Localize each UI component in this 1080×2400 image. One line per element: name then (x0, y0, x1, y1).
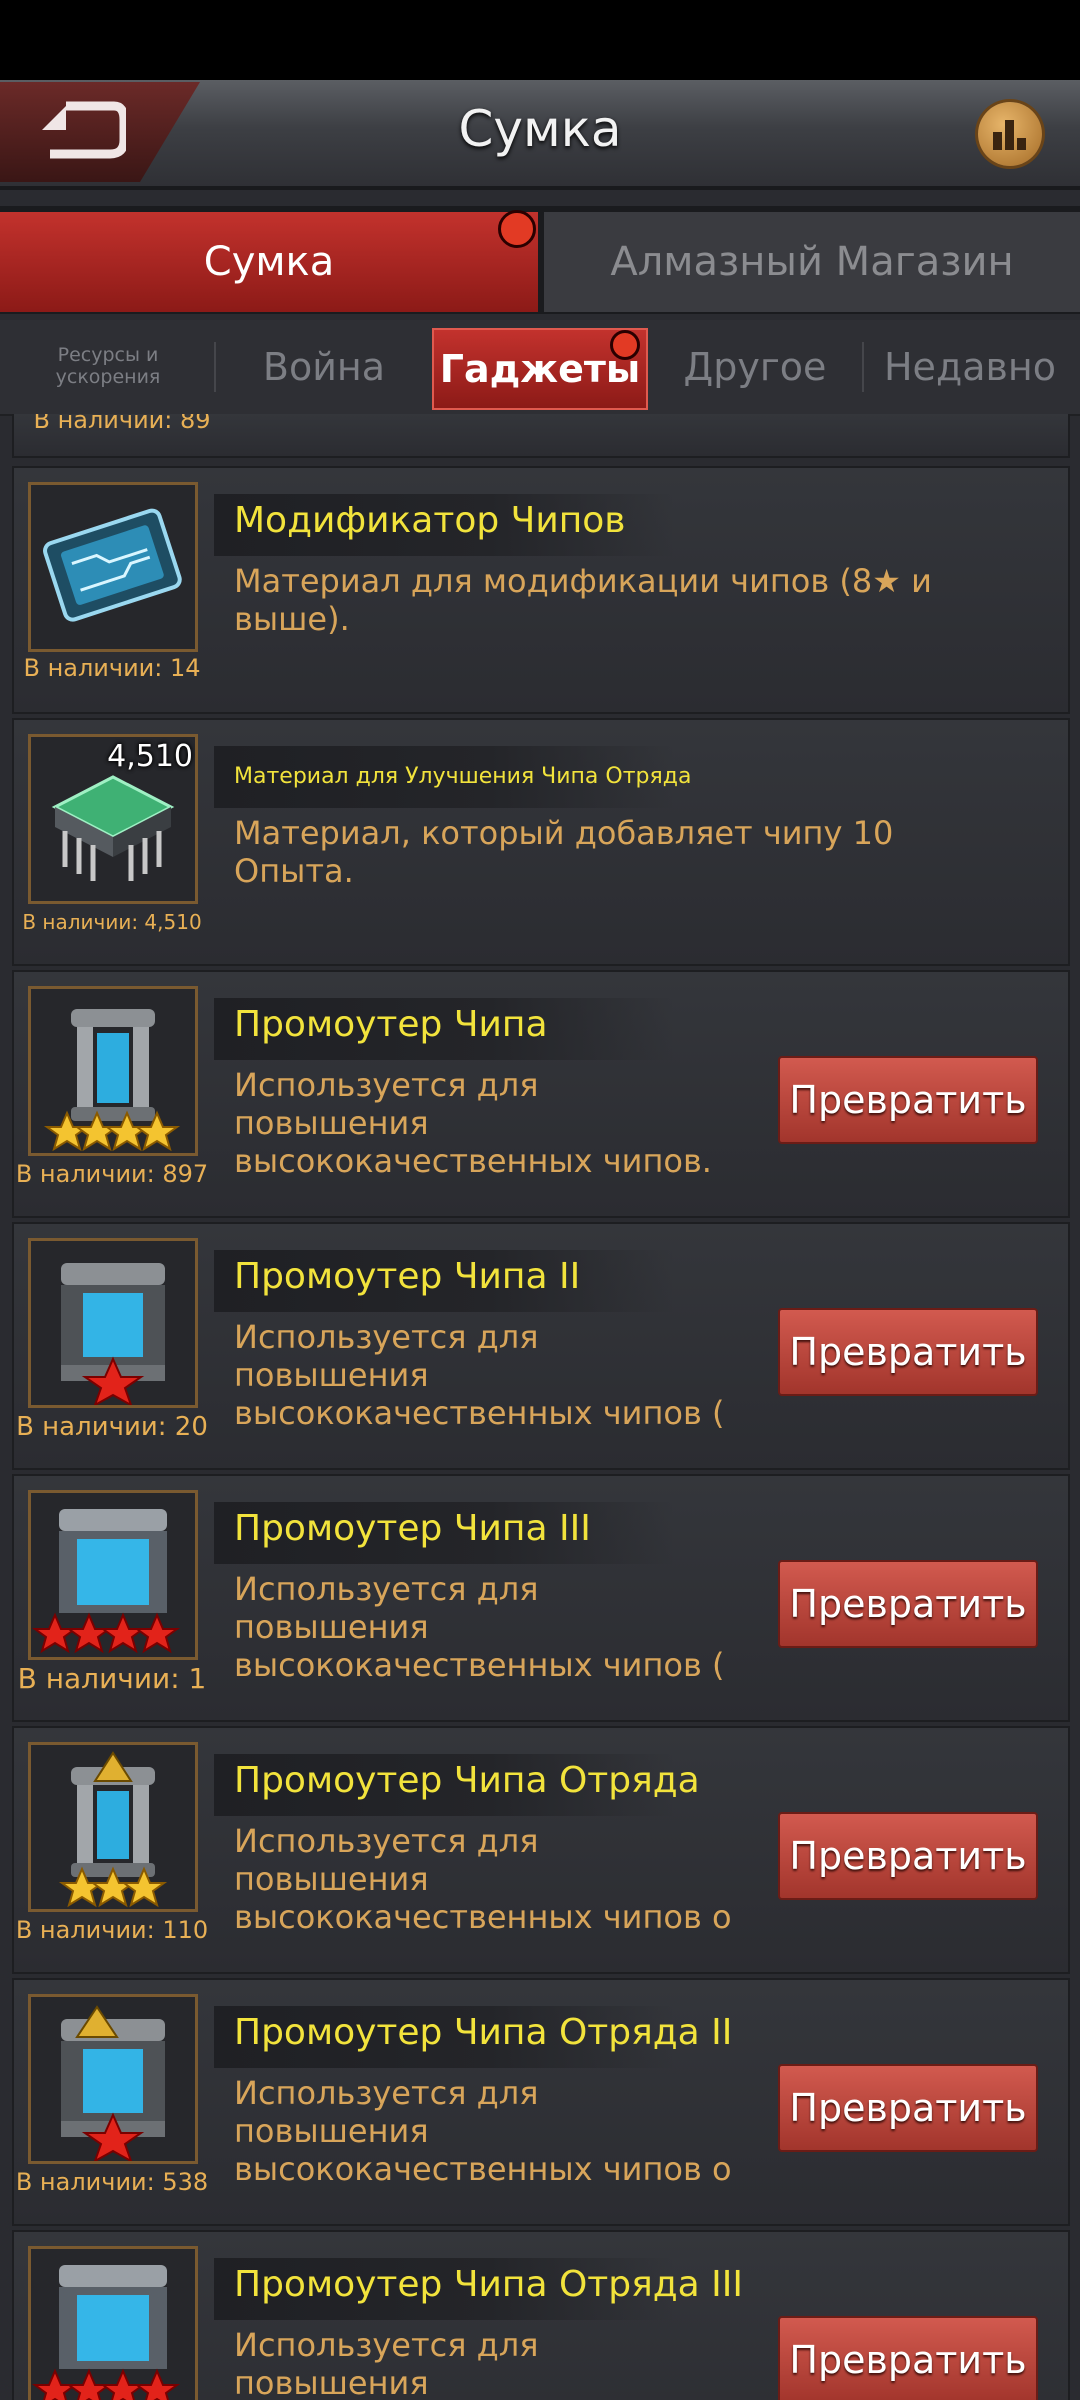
main-tabs: Сумка Алмазный Магазин (0, 206, 1080, 314)
available-count: В наличии: 110 (15, 1916, 209, 1944)
item-icon-frame (28, 2246, 198, 2400)
status-bar (0, 0, 1080, 80)
item-icon-frame (28, 482, 198, 652)
available-count: В наличии: 1 (17, 1662, 207, 1695)
item-description-line: повышения (234, 1356, 429, 1394)
item-description-line: Используется для (234, 1318, 539, 1356)
tab-diamond-shop[interactable]: Алмазный Магазин (544, 212, 1080, 312)
available-count: В наличии: 89 (33, 414, 211, 434)
list-item[interactable]: В наличии: 1 Промоутер Чипа III Использу… (12, 1474, 1070, 1722)
item-description-line: высококачественных чипов. (234, 1142, 712, 1180)
divider (862, 342, 864, 392)
item-description-line: высококачественных чипов ( (234, 1646, 725, 1684)
item-name: Промоутер Чипа (234, 1004, 548, 1045)
list-item[interactable]: В наличии: 897 Промоутер Чипа Использует… (12, 970, 1070, 1218)
item-description-line: повышения (234, 1860, 429, 1898)
list-item[interactable]: В наличии: 538 Промоутер Чипа Отряда II … (12, 1978, 1070, 2226)
tab-resources[interactable]: Ресурсы и ускорения (20, 320, 196, 414)
convert-button[interactable]: Превратить (778, 1308, 1038, 1396)
divider (214, 342, 216, 392)
convert-button[interactable]: Превратить (778, 1056, 1038, 1144)
available-count: В наличии: 538 (15, 2168, 209, 2196)
item-icon-frame (28, 1490, 198, 1660)
tab-bag[interactable]: Сумка (0, 212, 538, 312)
chip-modifier-icon (43, 508, 182, 622)
tab-resources-label: Ресурсы и ускорения (55, 344, 161, 388)
list-item[interactable]: В наличии: 14 Модификатор Чипов Материал… (12, 466, 1070, 714)
item-name: Модификатор Чипов (234, 500, 626, 541)
item-description-line: Используется для (234, 1066, 539, 1104)
item-icon-frame (28, 1742, 198, 1912)
item-icon-frame: 4,510 (28, 734, 198, 904)
chip-promoter-icon (43, 1009, 181, 1152)
chip-promoter-ii-icon (61, 1263, 165, 1405)
item-description-line: высококачественных чипов ( (234, 1394, 725, 1432)
item-description-line: Материал, который добавляет чипу 10 (234, 814, 894, 852)
item-icon-frame (28, 1238, 198, 1408)
stats-button[interactable] (978, 102, 1042, 166)
squad-chip-promoter-ii-icon (61, 2005, 165, 2161)
item-description-line: повышения (234, 1104, 429, 1142)
item-description-line: повышения (234, 2364, 429, 2400)
item-name: Промоутер Чипа III (234, 1508, 591, 1549)
item-description-line: Материал для модификации чипов (8★ и (234, 562, 932, 600)
available-count: В наличии: 897 (15, 1160, 209, 1188)
item-name: Промоутер Чипа Отряда II (234, 2012, 733, 2053)
item-description-line: высококачественных чипов о (234, 2150, 732, 2188)
notification-dot (498, 210, 536, 248)
tab-other[interactable]: Другое (660, 320, 850, 414)
item-icon-frame (28, 986, 198, 1156)
item-description-line: повышения (234, 2112, 429, 2150)
item-name: Промоутер Чипа II (234, 1256, 581, 1297)
item-description-line: Используется для (234, 2326, 539, 2364)
tab-recent[interactable]: Недавно (870, 320, 1070, 414)
list-item[interactable]: 4,510 В наличии: 4,510 Материал для Улуч… (12, 718, 1070, 966)
category-tabs: Ресурсы и ускорения Война Гаджеты Другое… (0, 320, 1080, 416)
list-item[interactable]: Промоутер Чипа Отряда III Используется д… (12, 2230, 1070, 2400)
page-title: Сумка (458, 100, 622, 158)
notification-dot (610, 330, 640, 360)
convert-button[interactable]: Превратить (778, 2064, 1038, 2152)
available-count: В наличии: 4,510 (22, 910, 202, 934)
item-description-line: Используется для (234, 1570, 539, 1608)
bar-chart-icon (993, 120, 1026, 150)
squad-chip-promoter-icon (58, 1751, 168, 1908)
list-item[interactable]: В наличии: 89 (12, 414, 1070, 458)
item-description-line: Используется для (234, 2074, 539, 2112)
available-count: В наличии: 20 (16, 1412, 208, 1442)
item-description-line: повышения (234, 1608, 429, 1646)
item-name: Промоутер Чипа Отряда III (234, 2264, 744, 2305)
item-icon-frame (28, 1994, 198, 2164)
squad-chip-promoter-iii-icon (31, 2265, 181, 2400)
item-description-line: Опыта. (234, 852, 354, 890)
item-description-line: высококачественных чипов о (234, 1898, 732, 1936)
available-count: В наличии: 14 (23, 654, 201, 682)
item-count-badge: 4,510 (107, 739, 193, 774)
chip-promoter-iii-icon (31, 1509, 181, 1654)
item-description-line: Используется для (234, 1822, 539, 1860)
list-item[interactable]: В наличии: 110 Промоутер Чипа Отряда Исп… (12, 1726, 1070, 1974)
header-bar: Сумка (0, 80, 1080, 190)
list-item[interactable]: В наличии: 20 Промоутер Чипа II Использу… (12, 1222, 1070, 1470)
item-name: Промоутер Чипа Отряда (234, 1760, 700, 1801)
item-name: Материал для Улучшения Чипа Отряда (234, 764, 692, 789)
item-list[interactable]: В наличии: 89 В наличии: 14 Модификатор … (0, 414, 1080, 2400)
item-description-line: выше). (234, 600, 350, 638)
tab-war[interactable]: Война (226, 320, 422, 414)
convert-button[interactable]: Превратить (778, 2316, 1038, 2400)
convert-button[interactable]: Превратить (778, 1812, 1038, 1900)
convert-button[interactable]: Превратить (778, 1560, 1038, 1648)
